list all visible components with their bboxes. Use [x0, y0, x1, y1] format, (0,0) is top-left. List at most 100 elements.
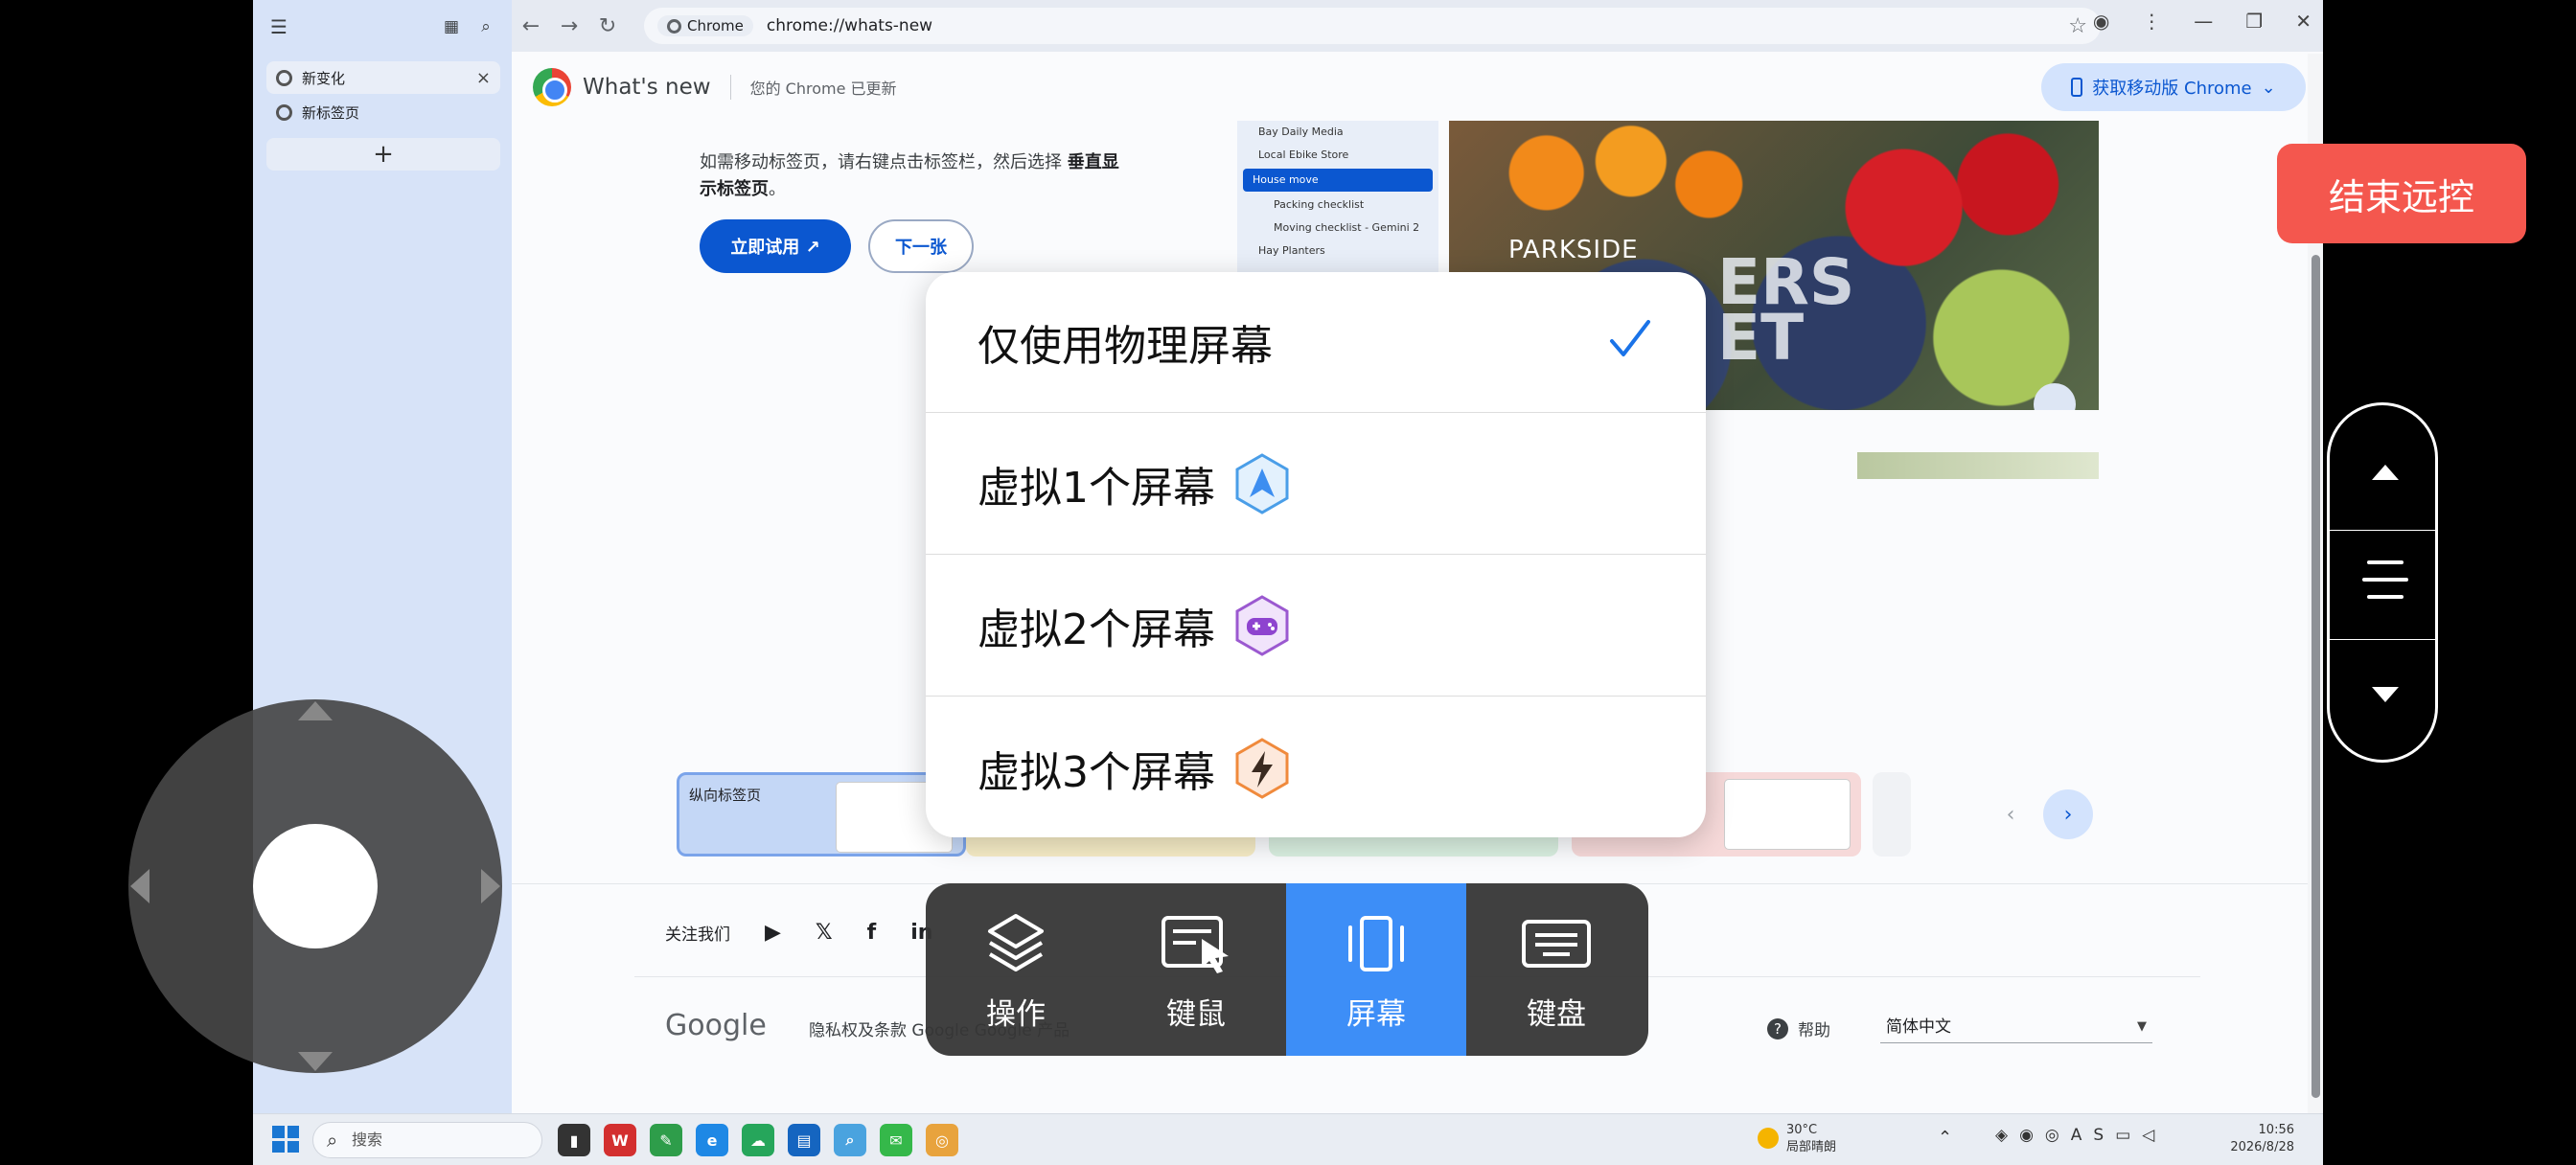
carousel-prev-button[interactable]: ‹ — [1986, 789, 2036, 839]
preview-row: House move — [1243, 169, 1433, 192]
language-value: 简体中文 — [1886, 1017, 1951, 1037]
tray-app-icon[interactable]: ◉ — [2019, 1126, 2034, 1145]
windows-start-icon[interactable] — [272, 1126, 299, 1153]
card-screenshot — [1725, 780, 1850, 849]
reload-icon[interactable]: ↻ — [588, 14, 627, 38]
scroll-up-icon[interactable] — [2372, 465, 2399, 480]
tab-groups-icon[interactable]: ▦ — [437, 14, 466, 39]
task-view-icon[interactable]: ▮ — [558, 1124, 590, 1156]
language-select[interactable]: 简体中文 ▼ — [1880, 1011, 2152, 1043]
site-info-chip[interactable]: Chrome — [657, 15, 753, 36]
photo-sign-text: PARKSIDE — [1508, 236, 1639, 264]
virtual-joystick[interactable] — [128, 699, 502, 1073]
feature-description: 如需移动标签页，请右键点击标签栏，然后选择 垂直显示标签页。 — [700, 149, 1131, 203]
close-tab-icon[interactable]: × — [476, 68, 491, 88]
app-table-icon[interactable]: ▤ — [788, 1124, 820, 1156]
youtube-icon[interactable]: ▶ — [765, 921, 781, 945]
joystick-up-icon — [298, 701, 333, 720]
menu-dots-icon[interactable]: ⋮ — [2142, 10, 2161, 33]
get-mobile-chrome-button[interactable]: 获取移动版 Chrome ⌄ — [2041, 63, 2306, 111]
tab-search-icon[interactable]: ⌕ — [472, 14, 500, 39]
screen-option-physical[interactable]: 仅使用物理屏幕 — [926, 272, 1706, 413]
screen-tab[interactable]: 屏幕 — [1286, 883, 1466, 1056]
site-info-label: Chrome — [687, 17, 744, 34]
app-search-icon[interactable]: ⌕ — [834, 1124, 866, 1156]
scroll-control[interactable] — [2327, 402, 2438, 763]
minimize-icon[interactable]: — — [2194, 10, 2213, 33]
remote-bottom-toolbar: 操作 键鼠 屏幕 键盘 — [926, 883, 1648, 1056]
operation-tab[interactable]: 操作 — [926, 883, 1106, 1056]
close-window-icon[interactable]: ✕ — [2295, 10, 2312, 33]
preview-row: Moving checklist - Gemini 2 — [1274, 221, 1420, 234]
clock[interactable]: 10:56 2026/8/28 — [2230, 1122, 2294, 1156]
restore-icon[interactable]: ❐ — [2245, 10, 2263, 33]
next-card-button[interactable]: 下一张 — [868, 219, 974, 273]
try-now-button[interactable]: 立即试用 ↗ — [700, 219, 851, 273]
x-icon[interactable]: 𝕏 — [816, 921, 833, 945]
menu-icon[interactable] — [2362, 560, 2408, 612]
preview-row: Local Ebike Store — [1258, 148, 1349, 161]
forward-icon[interactable]: → — [550, 14, 588, 38]
tray-app-icon[interactable]: ◈ — [1995, 1126, 2008, 1145]
screen-option-virtual-3[interactable]: 虚拟3个屏幕 — [926, 697, 1706, 837]
wps-icon[interactable]: W — [604, 1124, 636, 1156]
keyboard-tab[interactable]: 键盘 — [1466, 883, 1646, 1056]
joystick-knob[interactable] — [253, 824, 378, 948]
keyboard-mouse-icon — [1162, 916, 1229, 973]
weather-widget[interactable]: 30°C 局部晴朗 — [1758, 1122, 1836, 1156]
weather-desc: 局部晴朗 — [1786, 1140, 1837, 1154]
help-icon: ? — [1767, 1017, 1788, 1039]
tray-app-icon[interactable]: S — [2093, 1126, 2104, 1145]
navigation-arrow-icon — [1235, 453, 1289, 514]
tray-app-icon[interactable]: ◎ — [2045, 1126, 2059, 1145]
screen-option-virtual-1[interactable]: 虚拟1个屏幕 — [926, 414, 1706, 555]
carousel-card[interactable]: 纵向标签页 — [677, 772, 966, 857]
collapse-sidebar-icon[interactable]: ☰ — [270, 15, 288, 38]
tab-new-tab[interactable]: 新标签页 — [266, 96, 500, 128]
app-cloud-icon[interactable]: ☁ — [742, 1124, 774, 1156]
checkmark-icon — [1610, 320, 1650, 356]
divider — [2330, 639, 2435, 640]
scrollbar-thumb[interactable] — [2312, 255, 2320, 1098]
thumbnail-image — [1857, 452, 2099, 479]
back-icon[interactable]: ← — [512, 14, 550, 38]
facebook-icon[interactable]: f — [867, 921, 877, 945]
profile-icon[interactable]: ◉ — [2093, 10, 2109, 33]
weather-temp: 30°C — [1786, 1123, 1818, 1137]
option-label: 虚拟3个屏幕 — [978, 747, 1215, 797]
follow-us: 关注我们 ▶ 𝕏 f in — [665, 921, 932, 945]
keyboard-icon — [1522, 920, 1591, 968]
end-remote-button[interactable]: 结束远控 — [2277, 144, 2526, 243]
chevron-down-icon: ⌄ — [2261, 77, 2276, 98]
tab-label: 键盘 — [1527, 997, 1586, 1032]
carousel-next-button[interactable]: › — [2043, 789, 2093, 839]
chrome-logo-icon — [533, 68, 571, 106]
chrome-taskbar-icon[interactable]: ◎ — [926, 1124, 958, 1156]
app-green-icon[interactable]: ✎ — [650, 1124, 682, 1156]
taskbar-search[interactable]: 搜索 — [312, 1122, 542, 1158]
address-bar[interactable]: Chrome chrome://whats-new ☆ — [644, 8, 2101, 44]
volume-icon[interactable]: ◁ — [2142, 1126, 2154, 1145]
chrome-favicon-icon — [276, 103, 292, 121]
scroll-down-icon[interactable] — [2372, 687, 2399, 702]
joystick-down-icon — [298, 1052, 333, 1071]
tab-whats-new[interactable]: 新变化 × — [266, 61, 500, 94]
tray-expand-icon[interactable]: ⌃ — [1938, 1128, 1952, 1148]
lightning-icon — [1235, 737, 1289, 799]
carousel-card[interactable] — [1873, 772, 1911, 857]
dropdown-caret-icon: ▼ — [2137, 1019, 2147, 1034]
layers-icon — [988, 914, 1044, 971]
tray-pen-icon[interactable]: A — [2071, 1126, 2082, 1145]
help-link[interactable]: ? 帮助 — [1767, 1017, 1830, 1040]
wechat-icon[interactable]: ✉ — [880, 1124, 912, 1156]
edge-icon[interactable]: e — [696, 1124, 728, 1156]
screen-icon — [1348, 916, 1404, 971]
clock-time: 10:56 — [2258, 1123, 2294, 1137]
screen-option-virtual-2[interactable]: 虚拟2个屏幕 — [926, 556, 1706, 697]
keyboard-mouse-tab[interactable]: 键鼠 — [1106, 883, 1286, 1056]
new-tab-button[interactable]: + — [266, 138, 500, 171]
page-subtitle: 您的 Chrome 已更新 — [749, 80, 897, 98]
remote-control-screen: ☰ ▦ ⌕ 新变化 × 新标签页 + ← → ↻ Chrome chrome:/… — [0, 0, 2576, 1165]
display-icon[interactable]: ▭ — [2115, 1126, 2130, 1145]
bookmark-star-icon[interactable]: ☆ — [2068, 14, 2087, 38]
